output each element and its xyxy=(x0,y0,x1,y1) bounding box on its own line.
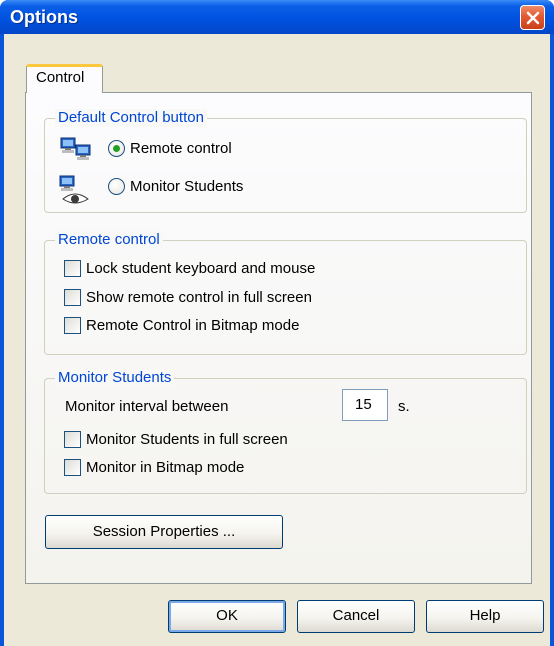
dialog-window: Options Control Default Control button R… xyxy=(0,0,554,646)
checkbox-lock-keyboard-label: Lock student keyboard and mouse xyxy=(86,260,316,277)
monitor-students-group-title: Monitor Students xyxy=(55,369,175,387)
checkbox-lock-keyboard-box[interactable] xyxy=(64,260,81,277)
radio-monitor-students[interactable]: Monitor Students xyxy=(108,178,243,195)
close-button[interactable] xyxy=(520,5,545,30)
help-button[interactable]: Help xyxy=(426,600,544,633)
checkbox-monitor-bitmap-label: Monitor in Bitmap mode xyxy=(86,459,245,476)
tab-control-label: Control xyxy=(36,69,85,86)
checkbox-remote-bitmap-box[interactable] xyxy=(64,317,81,334)
checkbox-remote-full-screen-label: Show remote control in full screen xyxy=(86,289,312,306)
radio-monitor-students-label: Monitor Students xyxy=(130,178,244,195)
checkbox-remote-full-screen[interactable]: Show remote control in full screen xyxy=(64,289,312,306)
title-bar[interactable]: Options xyxy=(0,0,554,34)
checkbox-monitor-bitmap[interactable]: Monitor in Bitmap mode xyxy=(64,459,244,476)
checkbox-monitor-full-screen[interactable]: Monitor Students in full screen xyxy=(64,431,288,448)
window-title: Options xyxy=(10,7,78,27)
radio-monitor-students-button[interactable] xyxy=(108,178,125,195)
monitor-eye-icon xyxy=(59,175,89,204)
close-icon xyxy=(526,11,540,25)
radio-remote-control-label: Remote control xyxy=(130,140,232,157)
session-properties-button[interactable]: Session Properties ... xyxy=(45,515,283,549)
default-control-group-title: Default Control button xyxy=(55,109,207,127)
checkbox-remote-full-screen-box[interactable] xyxy=(64,289,81,306)
checkbox-remote-bitmap-label: Remote Control in Bitmap mode xyxy=(86,317,300,334)
radio-remote-control-button[interactable] xyxy=(108,140,125,157)
ok-button[interactable]: OK xyxy=(168,600,286,633)
radio-remote-control[interactable]: Remote control xyxy=(108,140,232,157)
remote-control-icon xyxy=(60,137,91,160)
checkbox-remote-bitmap[interactable]: Remote Control in Bitmap mode xyxy=(64,317,299,334)
remote-control-group-title: Remote control xyxy=(55,231,163,249)
monitor-interval-input[interactable]: 15 xyxy=(342,389,388,421)
checkbox-monitor-full-screen-label: Monitor Students in full screen xyxy=(86,431,288,448)
checkbox-lock-keyboard[interactable]: Lock student keyboard and mouse xyxy=(64,260,315,277)
default-control-group: Default Control button xyxy=(44,109,527,213)
checkbox-monitor-bitmap-box[interactable] xyxy=(64,459,81,476)
monitor-interval-unit: s. xyxy=(398,398,410,415)
monitor-interval-label: Monitor interval between xyxy=(65,398,229,415)
cancel-button[interactable]: Cancel xyxy=(297,600,415,633)
checkbox-monitor-full-screen-box[interactable] xyxy=(64,431,81,448)
tab-control[interactable]: Control xyxy=(26,64,103,93)
